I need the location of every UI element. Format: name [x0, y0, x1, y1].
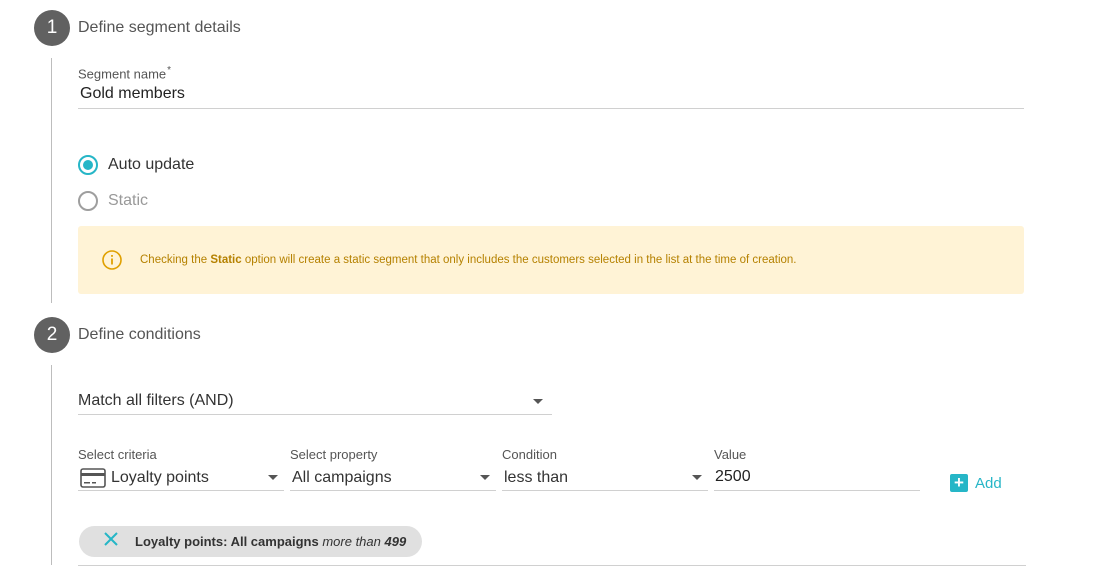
- condition-select[interactable]: less than: [502, 466, 708, 491]
- value-input[interactable]: 2500: [714, 466, 920, 491]
- radio-static-label: Static: [108, 192, 149, 209]
- chevron-down-icon: [268, 475, 278, 480]
- value-label: Value: [714, 447, 747, 462]
- segment-name-label: Segment name*: [78, 65, 172, 82]
- match-filters-underline: [78, 414, 552, 415]
- property-select[interactable]: All campaigns: [290, 466, 496, 491]
- close-icon[interactable]: [103, 530, 119, 553]
- value-underline: [714, 490, 920, 491]
- condition-label: Condition: [502, 447, 557, 462]
- radio-static[interactable]: Static: [78, 191, 148, 211]
- step-2-title: Define conditions: [78, 326, 201, 343]
- value-input-text: 2500: [715, 468, 751, 485]
- radio-auto-update-control[interactable]: [78, 155, 98, 175]
- conditions-divider: [78, 565, 1026, 566]
- step-1-circle: 1: [34, 10, 70, 46]
- condition-chip-text: Loyalty points: All campaigns more than …: [135, 534, 407, 549]
- segment-name-input[interactable]: Gold members: [80, 85, 1020, 103]
- step-1-number: 1: [46, 17, 58, 38]
- criteria-underline: [78, 490, 284, 491]
- radio-auto-update[interactable]: Auto update: [78, 155, 194, 175]
- match-filters-select[interactable]: Match all filters (AND): [78, 390, 552, 415]
- criteria-label: Select criteria: [78, 447, 157, 462]
- condition-underline: [502, 490, 708, 491]
- radio-auto-update-label: Auto update: [108, 156, 195, 173]
- chevron-down-icon: [480, 475, 490, 480]
- segment-name-underline: [78, 108, 1024, 109]
- step-2-connector: [51, 365, 52, 565]
- condition-chip: Loyalty points: All campaigns more than …: [79, 526, 422, 557]
- chevron-down-icon: [692, 475, 702, 480]
- property-label: Select property: [290, 447, 378, 462]
- condition-value: less than: [504, 469, 569, 486]
- step-2-circle: 2: [34, 317, 70, 353]
- static-info-notice: Checking the Static option will create a…: [78, 226, 1024, 294]
- step-1-connector: [51, 58, 52, 303]
- criteria-value: Loyalty points: [111, 469, 209, 486]
- plus-box-icon: +: [950, 474, 968, 492]
- match-filters-value: Match all filters (AND): [78, 392, 234, 409]
- criteria-select[interactable]: Loyalty points: [78, 466, 284, 491]
- add-label: Add: [975, 474, 1002, 492]
- step-2-number: 2: [46, 324, 58, 345]
- property-underline: [290, 490, 496, 491]
- property-value: All campaigns: [292, 469, 392, 486]
- notice-text: Checking the Static option will create a…: [140, 254, 797, 266]
- info-circle-icon: [102, 250, 122, 270]
- step-1-title: Define segment details: [78, 19, 241, 36]
- add-condition-button[interactable]: + Add: [950, 474, 1002, 492]
- chevron-down-icon: [533, 399, 543, 404]
- radio-static-control[interactable]: [78, 191, 98, 211]
